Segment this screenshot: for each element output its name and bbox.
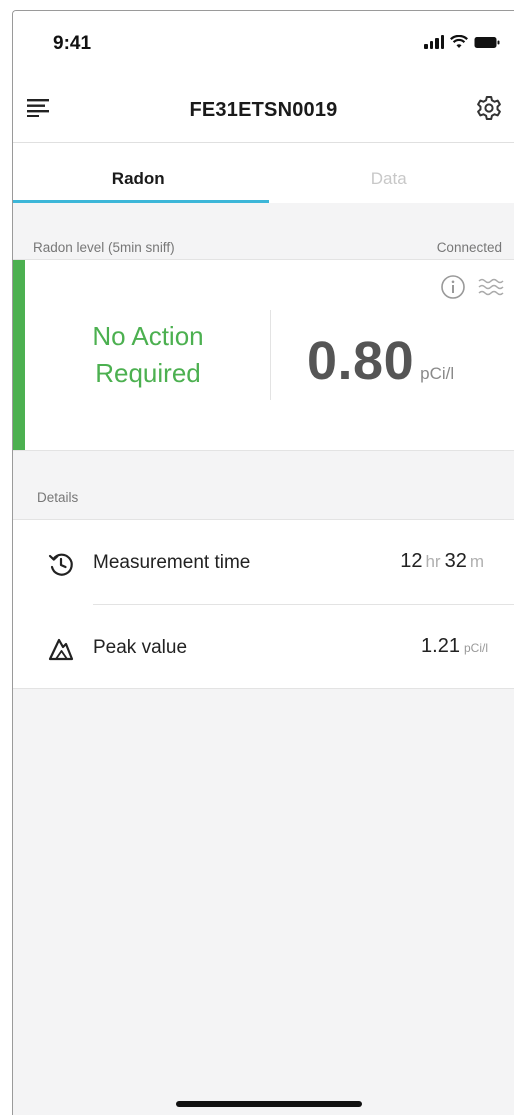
details-label: Details xyxy=(37,490,79,505)
peak-value: 1.21 pCi/l xyxy=(421,635,488,658)
cellular-signal-icon xyxy=(424,35,444,49)
wifi-icon xyxy=(450,35,468,48)
peak-value-unit: pCi/l xyxy=(463,641,488,655)
home-indicator[interactable] xyxy=(176,1101,362,1107)
history-clock-icon xyxy=(48,553,73,576)
peak-value-label: Peak value xyxy=(93,637,188,658)
mountain-peak-icon xyxy=(48,638,74,661)
connection-status: Connected xyxy=(436,240,502,255)
gear-icon[interactable] xyxy=(474,93,504,123)
radon-level-label: Radon level (5min sniff) xyxy=(33,240,175,255)
phone-screen: 9:41 FE31ETSN0019 Radon Data Radon level… xyxy=(12,10,514,1115)
status-icons xyxy=(424,35,500,49)
radon-level-card: No Action Required 0.80 pCi/l xyxy=(13,259,514,451)
measurement-hours: 12 xyxy=(400,550,423,572)
radon-value: 0.80 xyxy=(307,331,415,391)
status-bar: 9:41 xyxy=(13,11,514,69)
measurement-time-label: Measurement time xyxy=(93,552,251,573)
active-tab-indicator xyxy=(13,200,269,203)
radon-status-line-2: Required xyxy=(95,358,201,388)
tab-radon[interactable]: Radon xyxy=(13,143,264,203)
radon-reading: 0.80 pCi/l xyxy=(307,330,454,392)
peak-value-number: 1.21 xyxy=(421,635,460,657)
details-list: Measurement time 12 hr 32 m Peak value 1.21… xyxy=(13,519,514,689)
measurement-time-value: 12 hr 32 m xyxy=(400,550,488,573)
radon-status-line-1: No Action xyxy=(92,321,204,351)
details-section-header: Details xyxy=(13,473,514,519)
measurement-hours-unit: hr xyxy=(425,552,441,571)
wave-icon[interactable] xyxy=(478,276,504,298)
radon-unit: pCi/l xyxy=(420,364,455,383)
tab-data[interactable]: Data xyxy=(264,143,514,203)
battery-icon xyxy=(474,36,500,48)
status-color-strip xyxy=(13,260,25,450)
device-title: FE31ETSN0019 xyxy=(189,99,338,121)
app-bar: FE31ETSN0019 xyxy=(13,69,514,143)
measurement-minutes-unit: m xyxy=(469,552,484,571)
card-divider xyxy=(270,310,271,400)
measurement-time-row: Measurement time 12 hr 32 m xyxy=(13,520,514,605)
status-time: 9:41 xyxy=(53,33,92,54)
measurement-minutes: 32 xyxy=(444,550,467,572)
info-icon[interactable] xyxy=(440,274,466,300)
peak-value-row: Peak value 1.21 pCi/l xyxy=(13,605,514,689)
radon-status: No Action Required xyxy=(43,318,253,392)
tab-bar: Radon Data xyxy=(13,143,514,203)
